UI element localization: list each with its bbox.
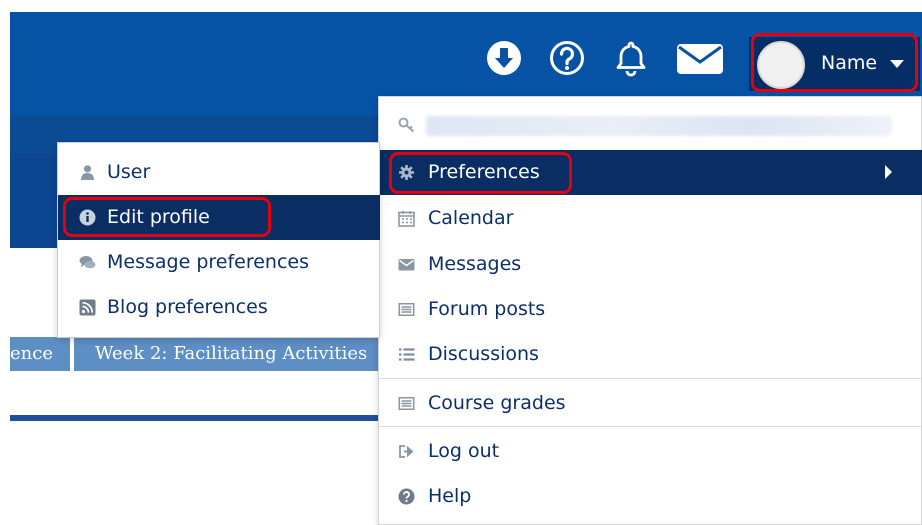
tab-week-2[interactable]: Week 2: Facilitating Activities [74,337,380,371]
submenu-item-message-preferences[interactable]: Message preferences [58,240,380,285]
menu-item-label: Course grades [428,392,566,414]
menu-item-log-out[interactable]: Log out [379,429,922,474]
menu-divider [379,426,922,427]
envelope-icon [398,259,415,271]
highlight-box-preferences [389,152,572,194]
submenu-item-blog-preferences[interactable]: Blog preferences [58,285,380,330]
list-alt-icon [398,397,415,410]
list-icon [399,348,415,361]
submenu-item-label: Message preferences [107,251,309,273]
list-alt-icon [398,303,415,316]
rss-square-icon [79,299,96,316]
highlight-box-user-menu [751,33,918,92]
highlight-box-edit-profile [63,197,271,237]
submenu-item-label: Blog preferences [107,296,268,318]
help-circle-icon[interactable] [548,39,586,77]
menu-divider [379,378,922,379]
caret-right-icon [885,165,892,179]
sign-out-icon [399,445,414,458]
submenu-item-label: User [107,161,151,183]
content-divider [10,415,380,421]
menu-item-calendar[interactable]: Calendar [379,196,922,241]
calendar-icon [398,211,415,227]
question-circle-icon [398,488,415,505]
menu-item-discussions[interactable]: Discussions [379,332,922,377]
tab-previous[interactable]: ence [10,337,70,371]
blurred-email-text [426,116,892,136]
bell-icon[interactable] [612,39,650,77]
menu-item-label: Forum posts [428,298,546,320]
user-icon [81,165,94,180]
submenu-item-user[interactable]: User [58,150,380,195]
envelope-icon[interactable] [676,39,724,77]
menu-item-label: Calendar [428,207,514,229]
download-circle-icon[interactable] [485,39,523,77]
menu-item-messages[interactable]: Messages [379,242,922,287]
menu-item-forum-posts[interactable]: Forum posts [379,287,922,332]
menu-item-label: Messages [428,253,522,275]
menu-item-course-grades[interactable]: Course grades [379,381,922,426]
menu-item-label: Discussions [428,343,539,365]
key-icon [398,117,415,133]
menu-item-label: Log out [428,440,500,462]
menu-item-label: Help [428,485,472,507]
comments-icon [79,256,96,269]
menu-item-help[interactable]: Help [379,474,922,519]
